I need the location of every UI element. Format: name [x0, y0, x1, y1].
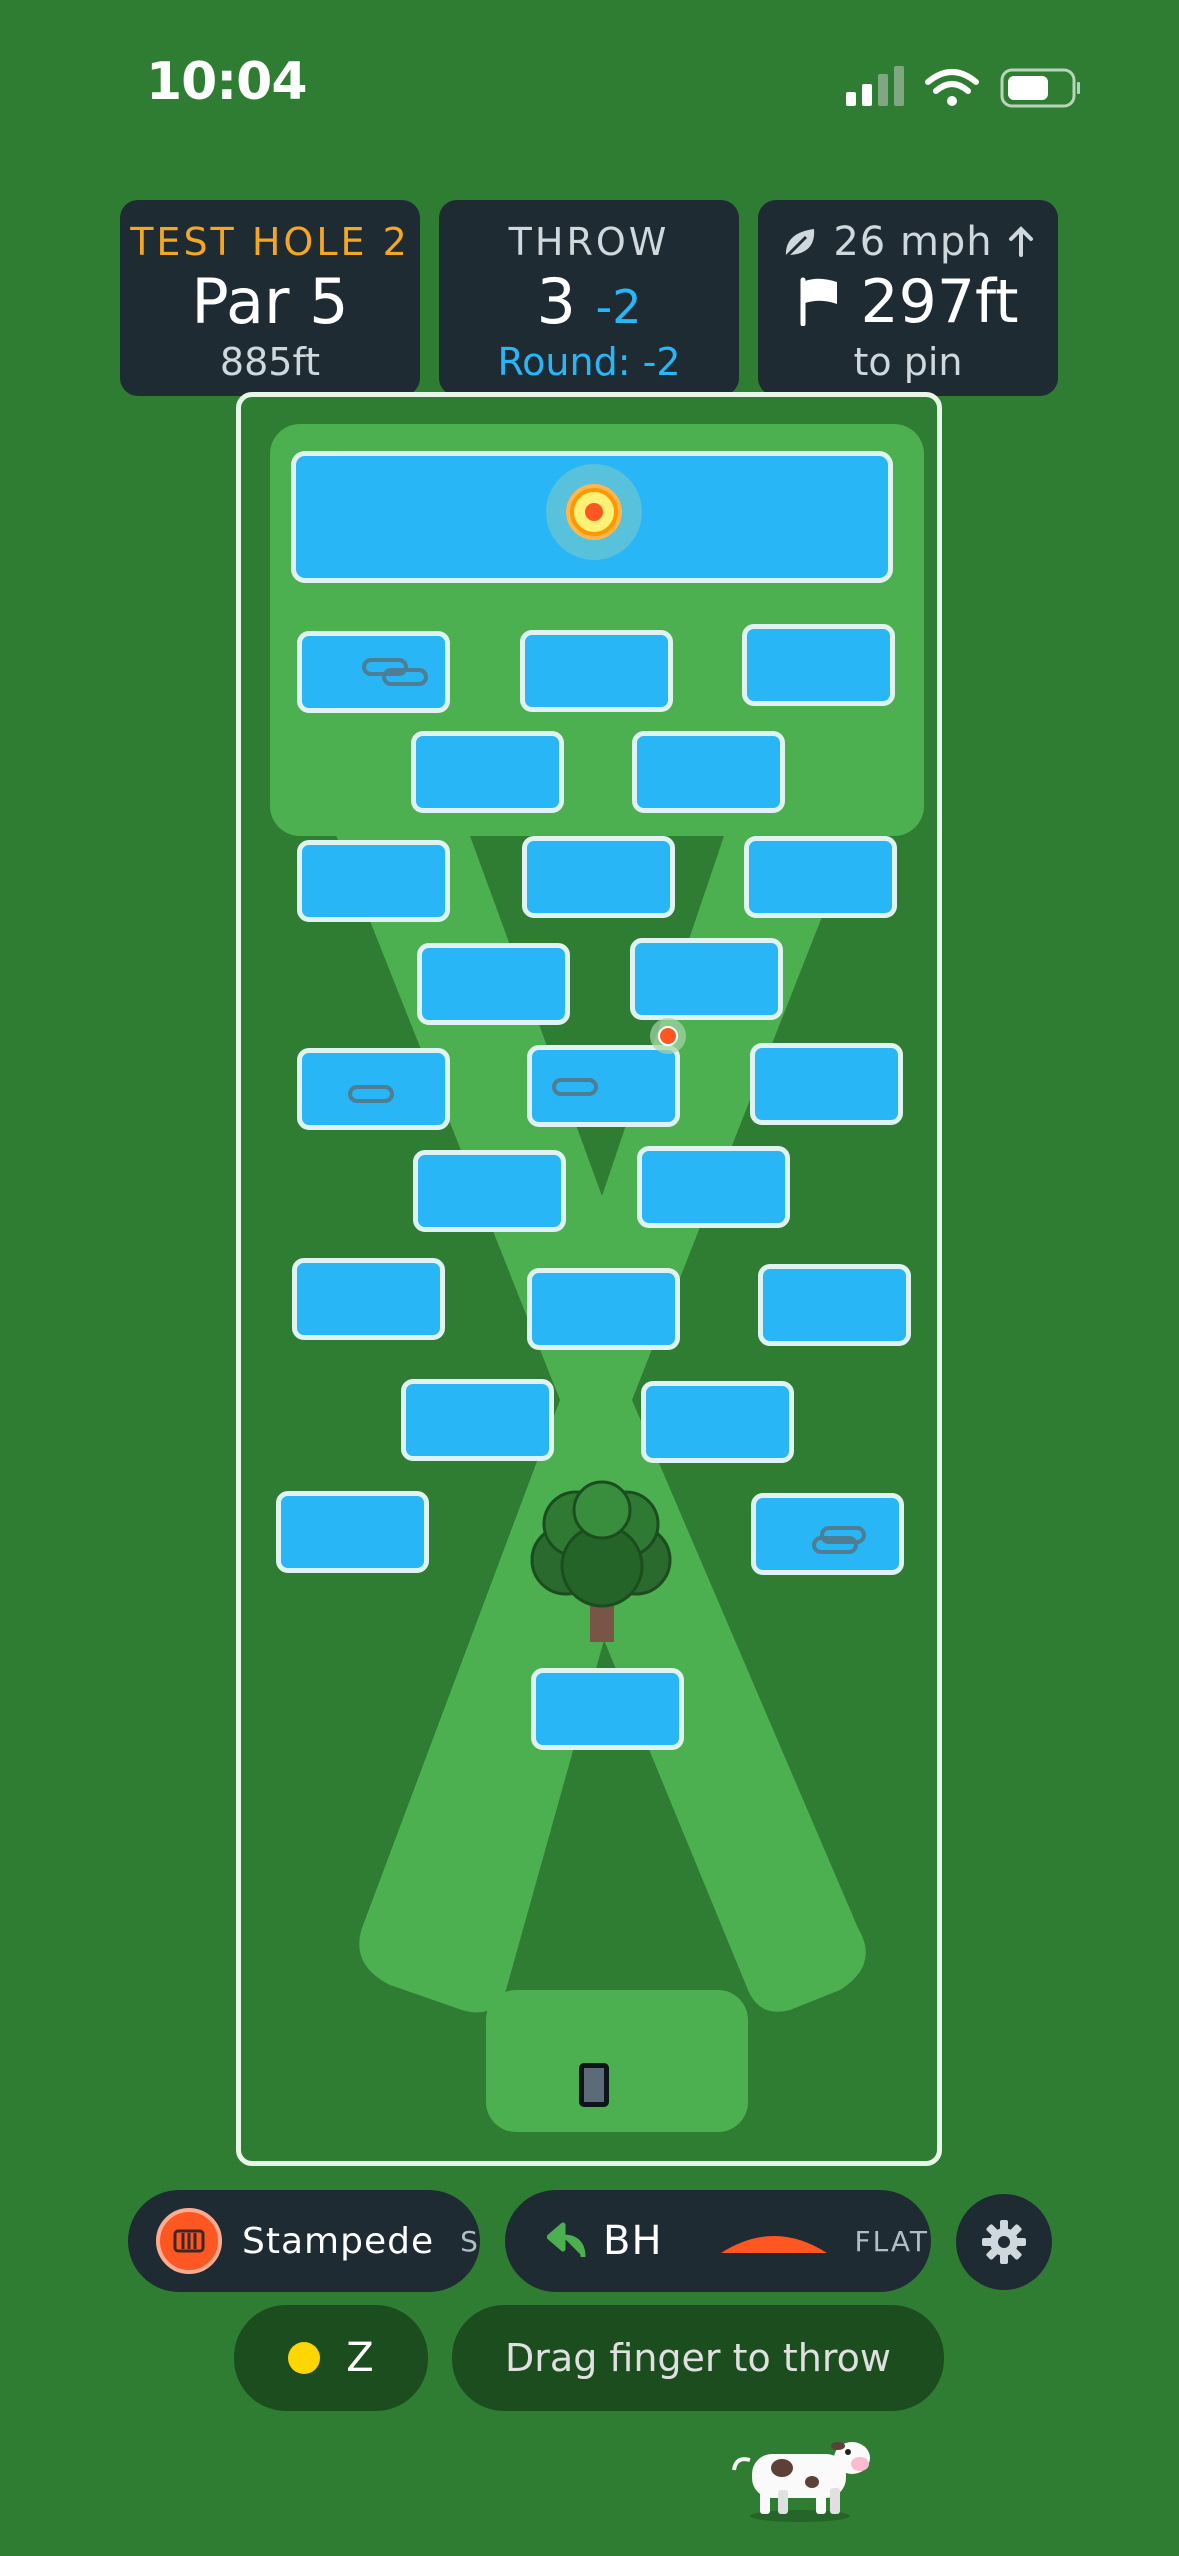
disc-name: Stampede — [242, 2220, 435, 2262]
water-pond — [522, 836, 675, 918]
disc-selector[interactable]: Stampede S — [128, 2190, 480, 2292]
water-pond — [297, 1048, 450, 1130]
water-pond — [297, 840, 450, 922]
water-pond — [742, 624, 895, 706]
flight-path-shape-icon — [720, 2236, 827, 2253]
water-pond — [641, 1381, 794, 1463]
water-pond — [297, 631, 450, 713]
stampede-logo-icon — [173, 2229, 205, 2253]
z-toggle-button[interactable]: Z — [234, 2305, 428, 2411]
water-pond — [411, 731, 564, 813]
tee-marker — [579, 2063, 609, 2107]
disc-icon — [156, 2208, 222, 2274]
settings-button[interactable] — [956, 2194, 1052, 2290]
tree-icon — [530, 1480, 672, 1642]
water-pond — [527, 1045, 680, 1127]
water-pond — [751, 1493, 904, 1575]
water-pond — [401, 1379, 554, 1461]
water-pond — [632, 731, 785, 813]
throw-hint-text: Drag finger to throw — [505, 2336, 891, 2380]
z-label: Z — [346, 2335, 374, 2381]
water-pond — [413, 1150, 566, 1232]
log-icon — [362, 658, 428, 686]
cow-icon — [732, 2442, 870, 2522]
water-pond — [630, 938, 783, 1020]
water-pond — [276, 1491, 429, 1573]
disc-position-marker — [650, 1018, 686, 1054]
water-pond — [744, 836, 897, 918]
water-pond — [417, 943, 570, 1025]
throw-type: BH — [603, 2218, 663, 2264]
flight-label: FLAT — [854, 2224, 929, 2258]
tee-pad — [486, 1990, 748, 2132]
log-icon — [812, 1526, 866, 1554]
gear-icon — [982, 2220, 1026, 2264]
water-pond — [637, 1146, 790, 1228]
basket-target-icon — [546, 464, 642, 560]
water-pond — [520, 630, 673, 712]
water-pond — [750, 1043, 903, 1125]
log-icon — [348, 1085, 394, 1103]
water-pond — [527, 1268, 680, 1350]
water-pond — [531, 1668, 684, 1750]
throw-style-selector[interactable]: BH FLAT — [505, 2190, 931, 2292]
water-pond — [292, 1258, 445, 1340]
backhand-arrow-icon — [547, 2222, 586, 2258]
log-icon — [552, 1078, 598, 1096]
throw-hint[interactable]: Drag finger to throw — [452, 2305, 944, 2411]
z-indicator-icon — [288, 2342, 321, 2374]
disc-type: S — [460, 2224, 478, 2258]
water-pond — [758, 1264, 911, 1346]
